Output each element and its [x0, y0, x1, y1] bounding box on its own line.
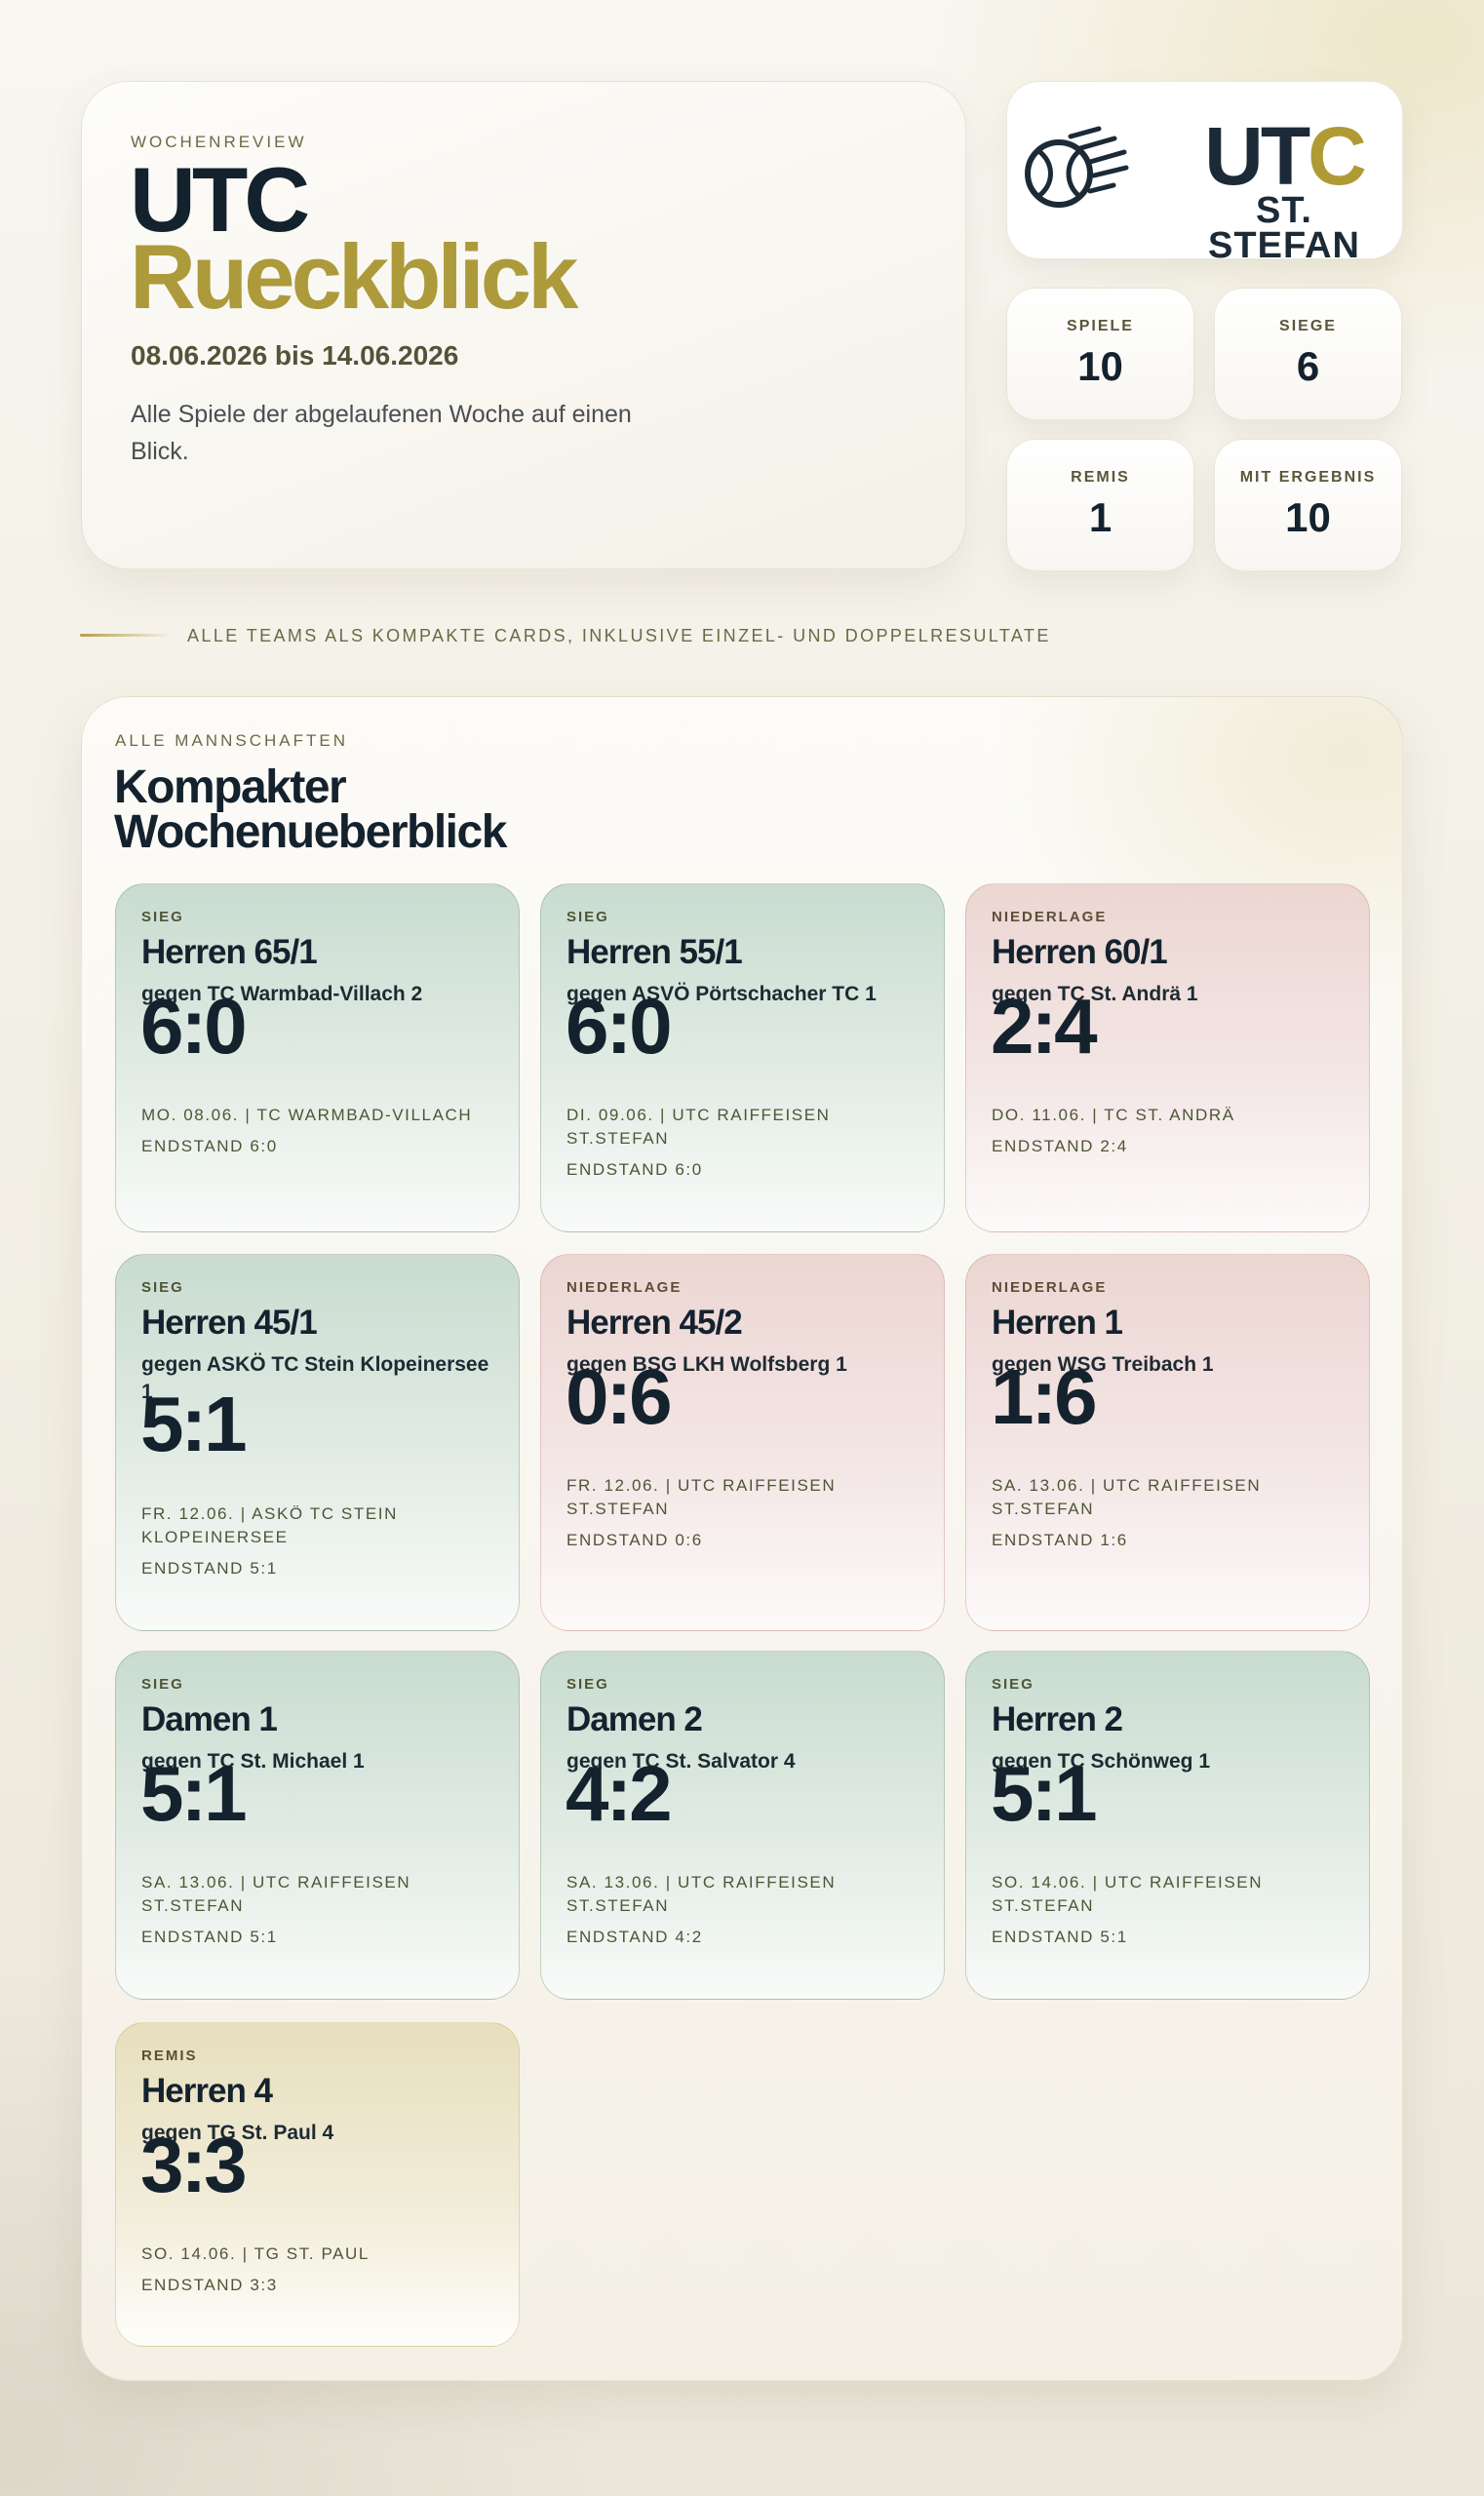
match-score: 4:2	[566, 1750, 673, 1837]
teams-panel: ALLE MANNSCHAFTEN Kompakter Wochenueberb…	[81, 696, 1403, 2381]
match-final-score: ENDSTAND 5:1	[992, 1928, 1128, 1946]
stat-spiele: SPIELE 10	[1006, 288, 1194, 420]
date-range: 08.06.2026 bis 14.06.2026	[131, 340, 459, 370]
match-date-venue: FR. 12.06. | ASKÖ TC STEIN KLOPEINERSEE	[141, 1504, 398, 1546]
club-logo-card: UTC ST. STEFAN	[1006, 81, 1403, 264]
match-score: 1:6	[991, 1353, 1098, 1440]
match-final-score: ENDSTAND 1:6	[992, 1531, 1128, 1549]
stat-remis: REMIS 1	[1006, 439, 1194, 571]
match-status-label: SIEG	[992, 1676, 1035, 1693]
match-date-venue: SO. 14.06. | TG ST. PAUL	[141, 2244, 370, 2263]
match-status-label: SIEG	[141, 909, 184, 925]
match-date-venue: SA. 13.06. | UTC RAIFFEISEN ST.STEFAN	[141, 1873, 411, 1915]
match-card: SIEG Herren 2 gegen TC Schönweg 1 5:1 SO. 14…	[965, 1651, 1370, 2000]
match-status-label: SIEG	[566, 909, 609, 925]
logo-word-part1: UT	[1204, 110, 1310, 202]
divider-line	[80, 634, 168, 637]
match-card: SIEG Herren 45/1 gegen ASKÖ TC Stein Klope…	[115, 1254, 520, 1631]
hero-description: Alle Spiele der abgelaufenen Woche auf e…	[131, 401, 632, 465]
match-team-name: Herren 55/1	[566, 933, 743, 971]
match-status-label: NIEDERLAGE	[566, 1279, 683, 1296]
match-team-name: Herren 65/1	[141, 933, 318, 971]
match-card: NIEDERLAGE Herren 1 gegen WSG Treibach 1 1:…	[965, 1254, 1370, 1631]
match-status-label: NIEDERLAGE	[992, 1279, 1108, 1296]
stat-value: 10	[1077, 343, 1123, 389]
match-final-score: ENDSTAND 4:2	[566, 1928, 703, 1946]
tennis-ball-speed-icon	[1025, 126, 1129, 208]
match-final-score: ENDSTAND 2:4	[992, 1137, 1128, 1155]
match-date-venue: MO. 08.06. | TC WARMBAD-VILLACH	[141, 1106, 473, 1124]
match-team-name: Herren 2	[992, 1700, 1123, 1738]
match-team-name: Herren 45/2	[566, 1304, 743, 1342]
match-score: 6:0	[566, 983, 673, 1070]
stat-label: SIEGE	[1279, 318, 1337, 334]
stat-mit-ergebnis: MIT ERGEBNIS 10	[1214, 439, 1402, 571]
match-date-venue: FR. 12.06. | UTC RAIFFEISEN ST.STEFAN	[566, 1476, 837, 1518]
stat-label: REMIS	[1071, 469, 1130, 486]
match-score: 3:3	[140, 2122, 248, 2208]
stat-value: 10	[1285, 494, 1331, 540]
stat-label: MIT ERGEBNIS	[1239, 469, 1377, 486]
match-final-score: ENDSTAND 6:0	[141, 1137, 278, 1155]
match-card: REMIS Herren 4 gegen TG St. Paul 4 3:3 SO. 1…	[115, 2022, 520, 2347]
match-score: 5:1	[991, 1750, 1098, 1837]
match-date-venue: DO. 11.06. | TC ST. ANDRÄ	[992, 1106, 1235, 1124]
match-score: 5:1	[140, 1750, 248, 1837]
panel-kicker: ALLE MANNSCHAFTEN	[115, 731, 348, 750]
match-final-score: ENDSTAND 5:1	[141, 1928, 278, 1946]
match-final-score: ENDSTAND 6:0	[566, 1160, 703, 1179]
match-team-name: Herren 1	[992, 1304, 1123, 1342]
match-card: SIEG Herren 55/1 gegen ASVÖ Pörtschacher T…	[540, 883, 945, 1232]
match-status-label: SIEG	[141, 1676, 184, 1693]
stat-label: SPIELE	[1067, 318, 1134, 334]
match-card: SIEG Damen 2 gegen TC St. Salvator 4 4:2 SA.…	[540, 1651, 945, 2000]
match-card: NIEDERLAGE Herren 60/1 gegen TC St. Andrä …	[965, 883, 1370, 1232]
match-team-name: Herren 45/1	[141, 1304, 318, 1342]
logo-subtitle: ST. STEFAN	[1208, 190, 1360, 266]
panel-title: Kompakter Wochenueberblick	[114, 761, 507, 858]
match-team-name: Damen 1	[141, 1700, 278, 1738]
match-team-name: Herren 4	[141, 2072, 273, 2110]
match-status-label: NIEDERLAGE	[992, 909, 1108, 925]
hero-card: WOCHENREVIEW UTC Rueckblick 08.06.2026 b…	[81, 81, 966, 569]
match-final-score: ENDSTAND 3:3	[141, 2276, 278, 2294]
match-score: 6:0	[140, 983, 248, 1070]
logo-word-part2: C	[1308, 110, 1367, 202]
hero-title-line2: Rueckblick	[130, 225, 578, 328]
match-card: SIEG Herren 65/1 gegen TC Warmbad-Villach …	[115, 883, 520, 1232]
match-status-label: REMIS	[141, 2048, 198, 2064]
match-team-name: Herren 60/1	[992, 933, 1168, 971]
section-caption: ALLE TEAMS ALS KOMPAKTE CARDS, INKLUSIVE…	[187, 626, 1051, 645]
match-final-score: ENDSTAND 5:1	[141, 1559, 278, 1578]
match-card: NIEDERLAGE Herren 45/2 gegen BSG LKH Wolfs…	[540, 1254, 945, 1631]
match-team-name: Damen 2	[566, 1700, 703, 1738]
match-card: SIEG Damen 1 gegen TC St. Michael 1 5:1 SA. …	[115, 1651, 520, 2000]
match-score: 0:6	[566, 1353, 673, 1440]
stat-value: 6	[1296, 343, 1320, 389]
match-date-venue: DI. 09.06. | UTC RAIFFEISEN ST.STEFAN	[566, 1106, 831, 1148]
match-score: 5:1	[140, 1381, 248, 1467]
match-score: 2:4	[991, 983, 1098, 1070]
match-date-venue: SA. 13.06. | UTC RAIFFEISEN ST.STEFAN	[566, 1873, 837, 1915]
match-date-venue: SO. 14.06. | UTC RAIFFEISEN ST.STEFAN	[992, 1873, 1264, 1915]
club-logo-wordmark: UTC ST. STEFAN	[1175, 115, 1393, 266]
match-date-venue: SA. 13.06. | UTC RAIFFEISEN ST.STEFAN	[992, 1476, 1262, 1518]
stat-siege: SIEGE 6	[1214, 288, 1402, 420]
stat-value: 1	[1088, 494, 1113, 540]
match-status-label: SIEG	[566, 1676, 609, 1693]
match-status-label: SIEG	[141, 1279, 184, 1296]
match-final-score: ENDSTAND 0:6	[566, 1531, 703, 1549]
